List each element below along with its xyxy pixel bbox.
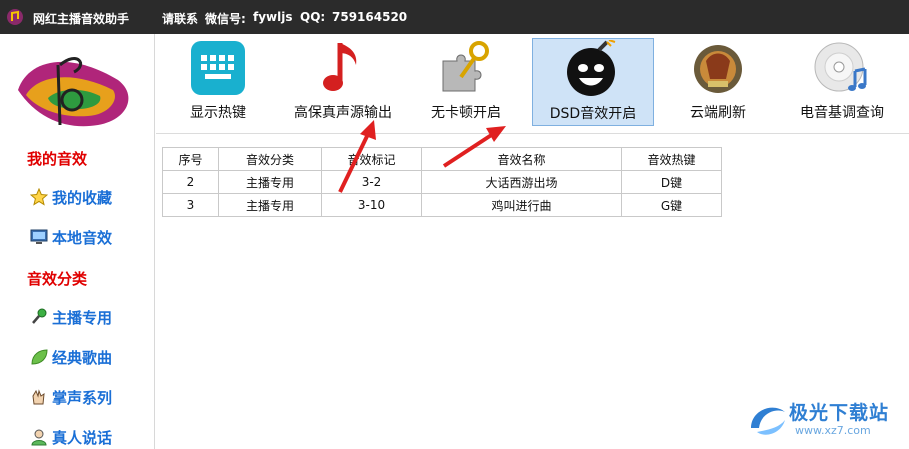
app-icon [7,9,23,25]
contact-label: 请联系 [162,12,199,26]
toolbar: 显示热键 高保真声源输出 无卡顿开启 DSD音效开启 云端刷新 电音基调查询 [156,34,909,134]
column-header[interactable]: 音效热键 [621,147,722,171]
column-header[interactable]: 音效分类 [218,147,322,171]
clapping-hands-icon [32,389,45,405]
sidebar-item-local-sounds[interactable]: 本地音效 [30,226,112,248]
no-lag-button[interactable]: 无卡顿开启 [424,38,508,126]
my-sounds-heading: 我的音效 [27,150,88,168]
qq-number: 759164520 [332,10,408,24]
show-hotkeys-button[interactable]: 显示热键 [182,38,254,126]
watermark-logo-icon [751,407,785,435]
leaf-icon [31,349,48,365]
table-cell: 2 [162,170,219,194]
bomb-face-icon [567,40,616,96]
category-heading: 音效分类 [27,270,88,288]
sidebar-item-label: 经典歌曲 [52,348,113,367]
sidebar-item-classic-songs[interactable]: 经典歌曲 [30,346,112,368]
dsd-sound-button[interactable]: DSD音效开启 [532,38,654,126]
sidebar-item-label: 真人说话 [52,428,113,447]
annotation-arrow-icon [442,126,506,168]
sidebar-item-label: 本地音效 [52,228,113,247]
table-cell: 主播专用 [218,170,322,194]
table-cell: 大话西游出场 [421,170,622,194]
sidebar: 我的音效 我的收藏 本地音效 音效分类 主播专用 经典歌曲 掌声系列 真人说话 [0,34,155,449]
watermark-url: www.xz7.com [795,424,871,437]
warrior-emblem-icon [694,45,742,93]
sidebar-item-label: 主播专用 [52,308,113,327]
hifi-output-button[interactable]: 高保真声源输出 [284,38,402,126]
cd-music-icon [814,42,867,92]
sidebar-item-human-voice[interactable]: 真人说话 [30,426,112,448]
star-icon [30,188,48,206]
cloud-refresh-button[interactable]: 云端刷新 [681,38,755,126]
tool-label: DSD音效开启 [549,106,637,122]
app-logo [18,57,129,127]
table-row[interactable]: 3 主播专用 3-10 鸡叫进行曲 G键 [162,193,722,217]
sidebar-item-anchor-special[interactable]: 主播专用 [30,306,112,328]
puzzle-key-icon [442,41,489,92]
app-title: 网红主播音效助手 [33,12,130,26]
sidebar-item-favorites[interactable]: 我的收藏 [30,186,112,208]
wechat-id: fywljs [253,10,293,24]
keyboard-icon [191,41,245,95]
qq-label: QQ: [300,10,326,24]
table-row[interactable]: 2 主播专用 3-2 大话西游出场 D键 [162,170,722,194]
watermark: 极光下载站 www.xz7.com [745,396,905,444]
tool-label: 云端刷新 [690,105,746,121]
tool-label: 无卡顿开启 [431,105,501,121]
microphone-icon [32,308,47,324]
table-cell: D键 [621,170,722,194]
watermark-name: 极光下载站 [789,402,890,424]
tool-label: 显示热键 [190,105,246,121]
wechat-label: 微信号: [205,12,246,26]
sidebar-item-label: 我的收藏 [52,188,113,207]
table-cell: 主播专用 [218,193,322,217]
table-cell: 鸡叫进行曲 [421,193,622,217]
table-cell: G键 [621,193,722,217]
title-bar: 网红主播音效助手 请联系 微信号: fywljs QQ: 759164520 [0,0,909,34]
person-icon [31,429,47,446]
table-cell: 3 [162,193,219,217]
music-note-icon [323,43,357,91]
column-header[interactable]: 序号 [162,147,219,171]
tool-label: 电音基调查询 [800,105,884,121]
annotation-arrow-icon [338,120,376,193]
bass-tone-query-button[interactable]: 电音基调查询 [786,38,898,126]
sidebar-item-applause[interactable]: 掌声系列 [30,386,112,408]
monitor-icon [30,229,48,244]
sidebar-item-label: 掌声系列 [52,388,113,407]
